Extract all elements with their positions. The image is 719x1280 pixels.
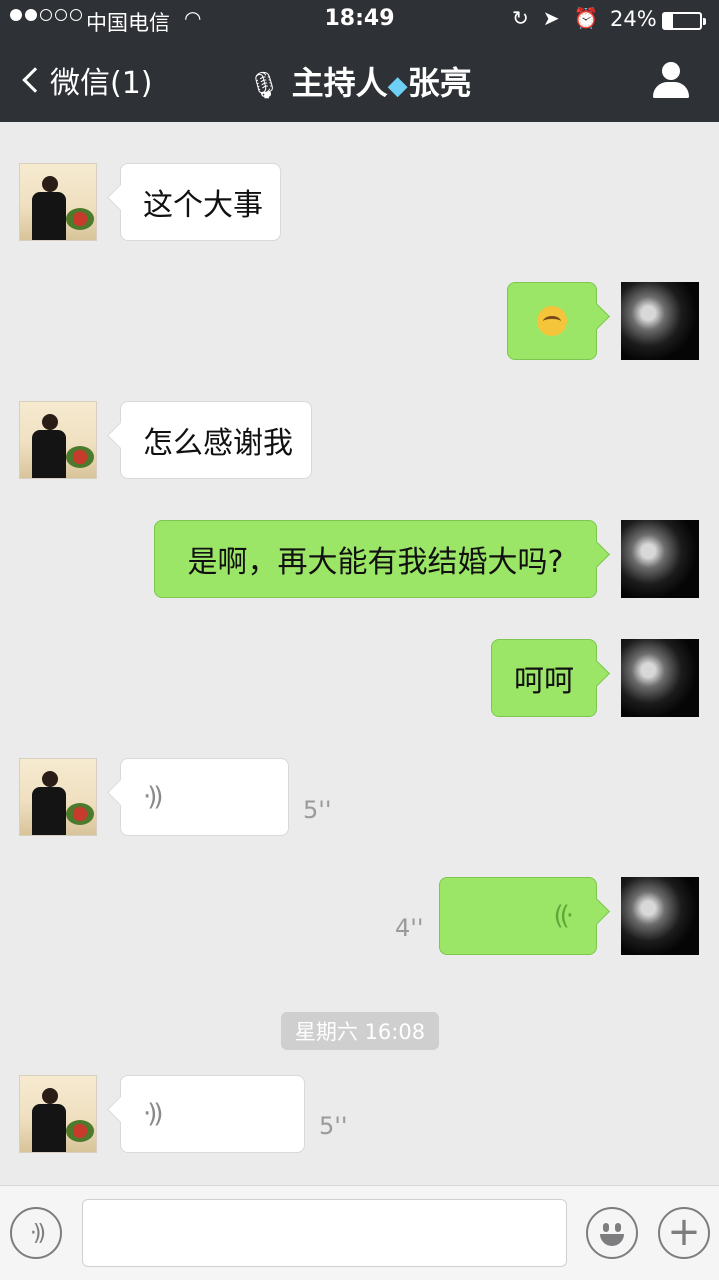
voice-input-button[interactable]: ·)) [10, 1207, 62, 1259]
top-bar: 中国电信 ◠ 18:49 ↻ ➤ ⏰ 24% 微信(1) 🎙 主持人◆张亮 [0, 0, 719, 122]
input-bar: ·)) + [0, 1185, 719, 1280]
voice-duration: 5'' [303, 796, 332, 824]
profile-head [662, 62, 680, 80]
voice-duration: 5'' [319, 1112, 348, 1140]
message-bubble-received[interactable]: 这个大事 [120, 163, 281, 241]
message-bubble-sent[interactable]: 是啊，再大能有我结婚大吗? [154, 520, 597, 598]
status-icons: ↻ ➤ ⏰ [512, 6, 598, 30]
profile-shoulders [653, 82, 689, 98]
voice-wave-icon: ·)) [143, 782, 163, 812]
avatar-detail [66, 446, 94, 468]
avatar-contact[interactable] [19, 758, 97, 836]
smiley-eye [615, 1223, 621, 1232]
voice-wave-icon: ·)) [143, 1099, 163, 1129]
battery-icon [662, 12, 706, 30]
smiley-icon [588, 1209, 636, 1257]
message-bubble-sent[interactable] [507, 282, 597, 360]
chat-title-part: 张亮 [407, 64, 472, 102]
message-text: 这个大事 [143, 188, 263, 223]
smiley-mouth [600, 1234, 624, 1246]
diamond-icon: ◆ [387, 71, 408, 101]
battery-percent: 24% [610, 7, 657, 31]
message-text: 怎么感谢我 [143, 426, 293, 461]
avatar-me[interactable] [621, 639, 699, 717]
message-text: 是啊，再大能有我结婚大吗? [187, 545, 564, 580]
avatar-contact[interactable] [19, 401, 97, 479]
plus-icon: + [667, 1209, 701, 1255]
avatar-contact[interactable] [19, 1075, 97, 1153]
profile-icon[interactable] [651, 62, 691, 100]
microphone-icon: 🎙 [247, 71, 281, 101]
voice-message-sent[interactable]: ((· [439, 877, 597, 955]
smiley-eye [603, 1223, 609, 1232]
message-bubble-received[interactable]: 怎么感谢我 [120, 401, 312, 479]
avatar-detail [66, 1120, 94, 1142]
message-text: 呵呵 [514, 664, 574, 699]
avatar-me[interactable] [621, 877, 699, 955]
status-bar: 中国电信 ◠ 18:49 ↻ ➤ ⏰ 24% [0, 0, 719, 40]
avatar-me[interactable] [621, 282, 699, 360]
add-button[interactable]: + [658, 1207, 710, 1259]
emoji-button[interactable] [586, 1207, 638, 1259]
chat-title-text: 主持人◆张亮 [292, 64, 472, 102]
voice-message-received[interactable]: ·)) [120, 758, 289, 836]
chat-timestamp: 星期六 16:08 [281, 1012, 439, 1050]
battery-level [664, 14, 673, 28]
smirk-emoji-icon [537, 306, 567, 336]
voice-icon: ·)) [29, 1220, 46, 1246]
avatar-contact[interactable] [19, 163, 97, 241]
avatar-detail [66, 208, 94, 230]
message-bubble-sent[interactable]: 呵呵 [491, 639, 597, 717]
voice-message-received[interactable]: ·)) [120, 1075, 305, 1153]
avatar-me[interactable] [621, 520, 699, 598]
voice-wave-icon: ((· [553, 901, 573, 931]
avatar-detail [66, 803, 94, 825]
nav-bar: 微信(1) 🎙 主持人◆张亮 [0, 40, 719, 122]
chat-title-part: 主持人 [291, 64, 388, 102]
location-icon: ➤ [542, 6, 560, 30]
alarm-icon: ⏰ [573, 6, 599, 30]
rotation-lock-icon: ↻ [512, 6, 529, 30]
voice-duration: 4'' [395, 914, 424, 942]
message-input[interactable] [82, 1199, 567, 1267]
chat-title: 🎙 主持人◆张亮 [0, 58, 719, 104]
